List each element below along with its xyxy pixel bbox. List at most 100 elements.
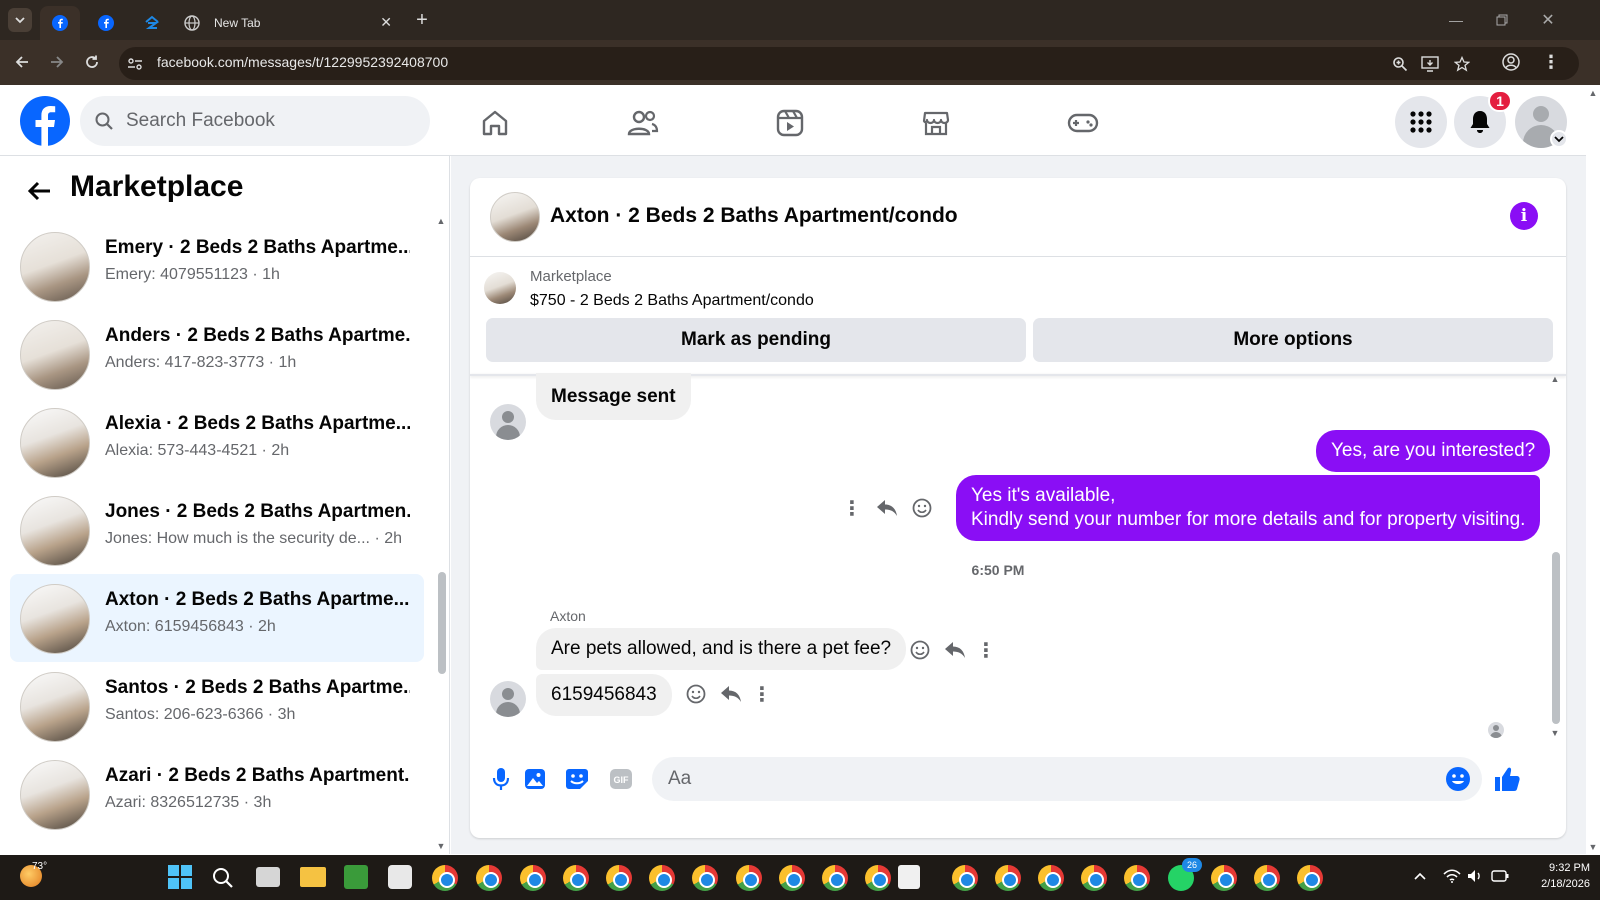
- conversation-item-anders[interactable]: Anders · 2 Beds 2 Baths Apartme... Ander…: [10, 310, 424, 398]
- clock-date[interactable]: 2/18/2026: [1520, 878, 1590, 890]
- react-emoji-icon[interactable]: [684, 682, 708, 706]
- conversation-item-alexia[interactable]: Alexia · 2 Beds 2 Baths Apartme... Alexi…: [10, 398, 424, 486]
- gif-icon[interactable]: GIF: [606, 764, 636, 794]
- browser-menu-icon[interactable]: ⋮: [1540, 51, 1562, 73]
- nav-marketplace-icon[interactable]: [901, 98, 971, 148]
- nav-friends-icon[interactable]: [608, 98, 678, 148]
- chrome-icon[interactable]: [563, 865, 589, 891]
- scroll-up-arrow-icon[interactable]: ▲: [436, 216, 446, 226]
- chrome-icon[interactable]: [432, 865, 458, 891]
- more-options-button[interactable]: More options: [1033, 318, 1553, 362]
- chrome-icon[interactable]: [1124, 865, 1150, 891]
- emoji-picker-icon[interactable]: [1444, 765, 1472, 793]
- thumbs-up-icon[interactable]: [1490, 762, 1524, 796]
- mark-as-pending-button[interactable]: Mark as pending: [486, 318, 1026, 362]
- chrome-icon[interactable]: [822, 865, 848, 891]
- conversation-item-jones[interactable]: Jones · 2 Beds 2 Baths Apartmen... Jones…: [10, 486, 424, 574]
- chrome-icon[interactable]: [736, 865, 762, 891]
- nav-home-icon[interactable]: [460, 98, 530, 148]
- restore-icon[interactable]: [1490, 8, 1514, 32]
- chrome-icon[interactable]: [1081, 865, 1107, 891]
- conversation-item-santos[interactable]: Santos · 2 Beds 2 Baths Apartme... Santo…: [10, 662, 424, 750]
- zoom-icon[interactable]: [1389, 53, 1411, 75]
- conversation-item-axton[interactable]: Axton · 2 Beds 2 Baths Apartme... Axton:…: [10, 574, 424, 662]
- menu-grid-button[interactable]: [1395, 96, 1447, 148]
- profile-icon[interactable]: [1500, 51, 1522, 73]
- chat-info-icon[interactable]: i: [1510, 202, 1538, 230]
- photo-icon[interactable]: [520, 764, 550, 794]
- conversation-item-azari[interactable]: Azari · 2 Beds 2 Baths Apartment... Azar…: [10, 750, 424, 838]
- page-scroll-down-icon[interactable]: ▼: [1588, 842, 1598, 852]
- reply-icon[interactable]: [718, 682, 744, 706]
- chrome-icon[interactable]: [995, 865, 1021, 891]
- close-tab-icon[interactable]: ✕: [380, 14, 392, 31]
- react-emoji-icon[interactable]: [910, 496, 934, 520]
- file-explorer-icon[interactable]: [300, 867, 326, 887]
- back-icon[interactable]: [10, 50, 34, 74]
- message-input[interactable]: Aa: [652, 757, 1482, 801]
- task-view-icon[interactable]: [256, 867, 280, 887]
- store-icon[interactable]: [388, 865, 412, 889]
- message-more-icon[interactable]: ⋮: [842, 496, 862, 520]
- window-close-icon[interactable]: ✕: [1536, 8, 1560, 32]
- site-info-icon[interactable]: [125, 54, 145, 74]
- page-scroll-up-icon[interactable]: ▲: [1588, 88, 1598, 98]
- reply-icon[interactable]: [942, 638, 968, 662]
- browser-tab-facebook-active[interactable]: [40, 6, 80, 40]
- forward-icon[interactable]: [45, 50, 69, 74]
- app-icon[interactable]: [344, 865, 368, 889]
- reload-icon[interactable]: [80, 50, 104, 74]
- battery-icon[interactable]: [1490, 868, 1510, 884]
- chat-scroll-down-icon[interactable]: ▼: [1550, 728, 1560, 738]
- reply-icon[interactable]: [874, 496, 900, 520]
- incoming-message[interactable]: Are pets allowed, and is there a pet fee…: [536, 628, 907, 670]
- chrome-icon[interactable]: [1297, 865, 1323, 891]
- chat-listing-avatar[interactable]: [490, 192, 540, 242]
- conversation-item-emery[interactable]: Emery · 2 Beds 2 Baths Apartme... Emery:…: [10, 222, 424, 310]
- chrome-icon[interactable]: [692, 865, 718, 891]
- microphone-icon[interactable]: [486, 764, 516, 794]
- install-app-icon[interactable]: [1419, 53, 1441, 75]
- browser-tab-new-tab[interactable]: New Tab ✕: [176, 6, 402, 40]
- show-hidden-icons-chevron-icon[interactable]: [1412, 868, 1428, 884]
- clock-time[interactable]: 9:32 PM: [1520, 862, 1590, 874]
- minimize-icon[interactable]: —: [1444, 8, 1468, 32]
- chat-title[interactable]: Axton · 2 Beds 2 Baths Apartment/condo: [550, 204, 958, 228]
- taskbar-search-icon[interactable]: [210, 865, 236, 891]
- wifi-icon[interactable]: [1442, 868, 1462, 884]
- outgoing-message[interactable]: Yes it's available, Kindly send your num…: [956, 475, 1541, 541]
- nav-video-icon[interactable]: [755, 98, 825, 148]
- chrome-icon[interactable]: [1254, 865, 1280, 891]
- address-bar[interactable]: facebook.com/messages/t/1229952392408700: [119, 47, 1579, 80]
- account-chevron-icon[interactable]: [1550, 130, 1568, 148]
- scroll-down-arrow-icon[interactable]: ▼: [436, 841, 446, 851]
- chrome-icon[interactable]: [476, 865, 502, 891]
- incoming-message[interactable]: 6159456843: [536, 674, 672, 716]
- back-arrow-icon[interactable]: [24, 176, 54, 206]
- facebook-search-bar[interactable]: Search Facebook: [80, 96, 430, 146]
- message-more-icon[interactable]: ⋮: [752, 682, 772, 706]
- react-emoji-icon[interactable]: [908, 638, 932, 662]
- chrome-icon[interactable]: [1038, 865, 1064, 891]
- nav-gaming-icon[interactable]: [1048, 98, 1118, 148]
- chrome-icon[interactable]: [520, 865, 546, 891]
- new-tab-button[interactable]: +: [410, 8, 434, 32]
- sidebar-scrollbar[interactable]: [438, 572, 446, 674]
- document-app-icon[interactable]: [898, 865, 920, 889]
- facebook-logo-icon[interactable]: [20, 96, 70, 146]
- chrome-icon[interactable]: [865, 865, 891, 891]
- volume-icon[interactable]: [1466, 868, 1484, 884]
- chrome-icon[interactable]: [606, 865, 632, 891]
- chrome-icon[interactable]: [1211, 865, 1237, 891]
- windows-start-icon[interactable]: [168, 865, 192, 889]
- outgoing-message[interactable]: Yes, are you interested?: [1316, 430, 1551, 472]
- bookmark-star-icon[interactable]: [1451, 53, 1473, 75]
- chat-scrollbar[interactable]: [1552, 552, 1560, 724]
- chrome-icon[interactable]: [779, 865, 805, 891]
- sticker-icon[interactable]: [562, 764, 592, 794]
- tab-search-button[interactable]: [8, 8, 32, 32]
- chrome-icon[interactable]: [952, 865, 978, 891]
- message-more-icon[interactable]: ⋮: [976, 638, 996, 662]
- chat-scroll-up-icon[interactable]: ▲: [1550, 374, 1560, 384]
- message-sent-bubble[interactable]: Message sent: [536, 373, 691, 420]
